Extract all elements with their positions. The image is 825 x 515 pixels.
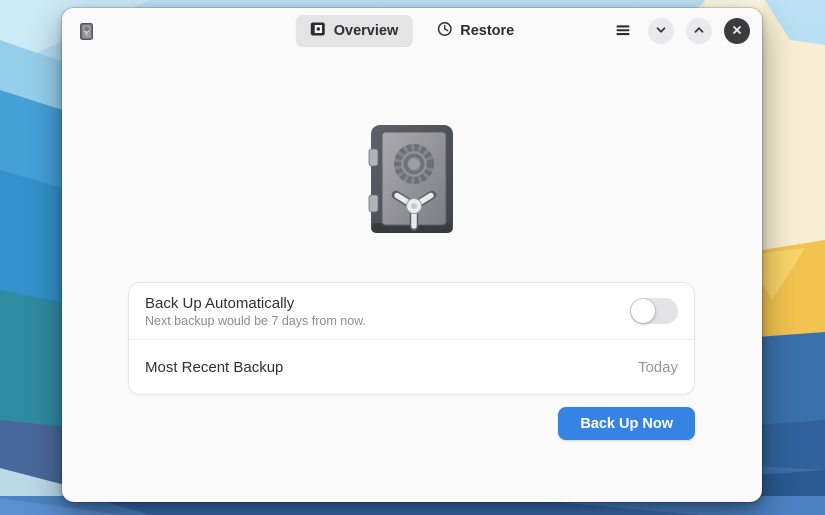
window-controls [610,18,750,44]
tab-overview-label: Overview [334,23,399,39]
chevron-down-icon [653,22,669,41]
auto-backup-title: Back Up Automatically [145,295,366,312]
auto-backup-row: Back Up Automatically Next backup would … [129,283,694,339]
close-button[interactable] [724,18,750,44]
settings-card: Back Up Automatically Next backup would … [128,282,695,395]
minimize-button[interactable] [648,18,674,44]
safe-icon [310,21,326,41]
headerbar: Overview Restore [62,8,762,54]
app-safe-icon [80,23,93,40]
tab-restore[interactable]: Restore [422,15,528,47]
toggle-knob [631,299,655,323]
menu-icon [615,22,631,41]
menu-button[interactable] [610,18,636,44]
maximize-button[interactable] [686,18,712,44]
recent-backup-title: Most Recent Backup [145,359,283,376]
recent-backup-value: Today [638,359,678,376]
back-up-now-button[interactable]: Back Up Now [558,407,695,440]
chevron-up-icon [691,22,707,41]
tab-restore-label: Restore [460,23,514,39]
desktop: Overview Restore [0,0,825,515]
clock-icon [436,21,452,41]
backups-app-window: Overview Restore [62,8,762,502]
overview-page: Back Up Automatically Next backup would … [62,54,762,502]
tab-overview[interactable]: Overview [296,15,413,47]
auto-backup-toggle[interactable] [630,298,678,324]
auto-backup-subtitle: Next backup would be 7 days from now. [145,314,366,328]
safe-hero-icon [368,125,456,243]
view-switcher: Overview Restore [296,15,529,47]
recent-backup-row: Most Recent Backup Today [129,340,694,394]
close-icon [729,22,745,41]
